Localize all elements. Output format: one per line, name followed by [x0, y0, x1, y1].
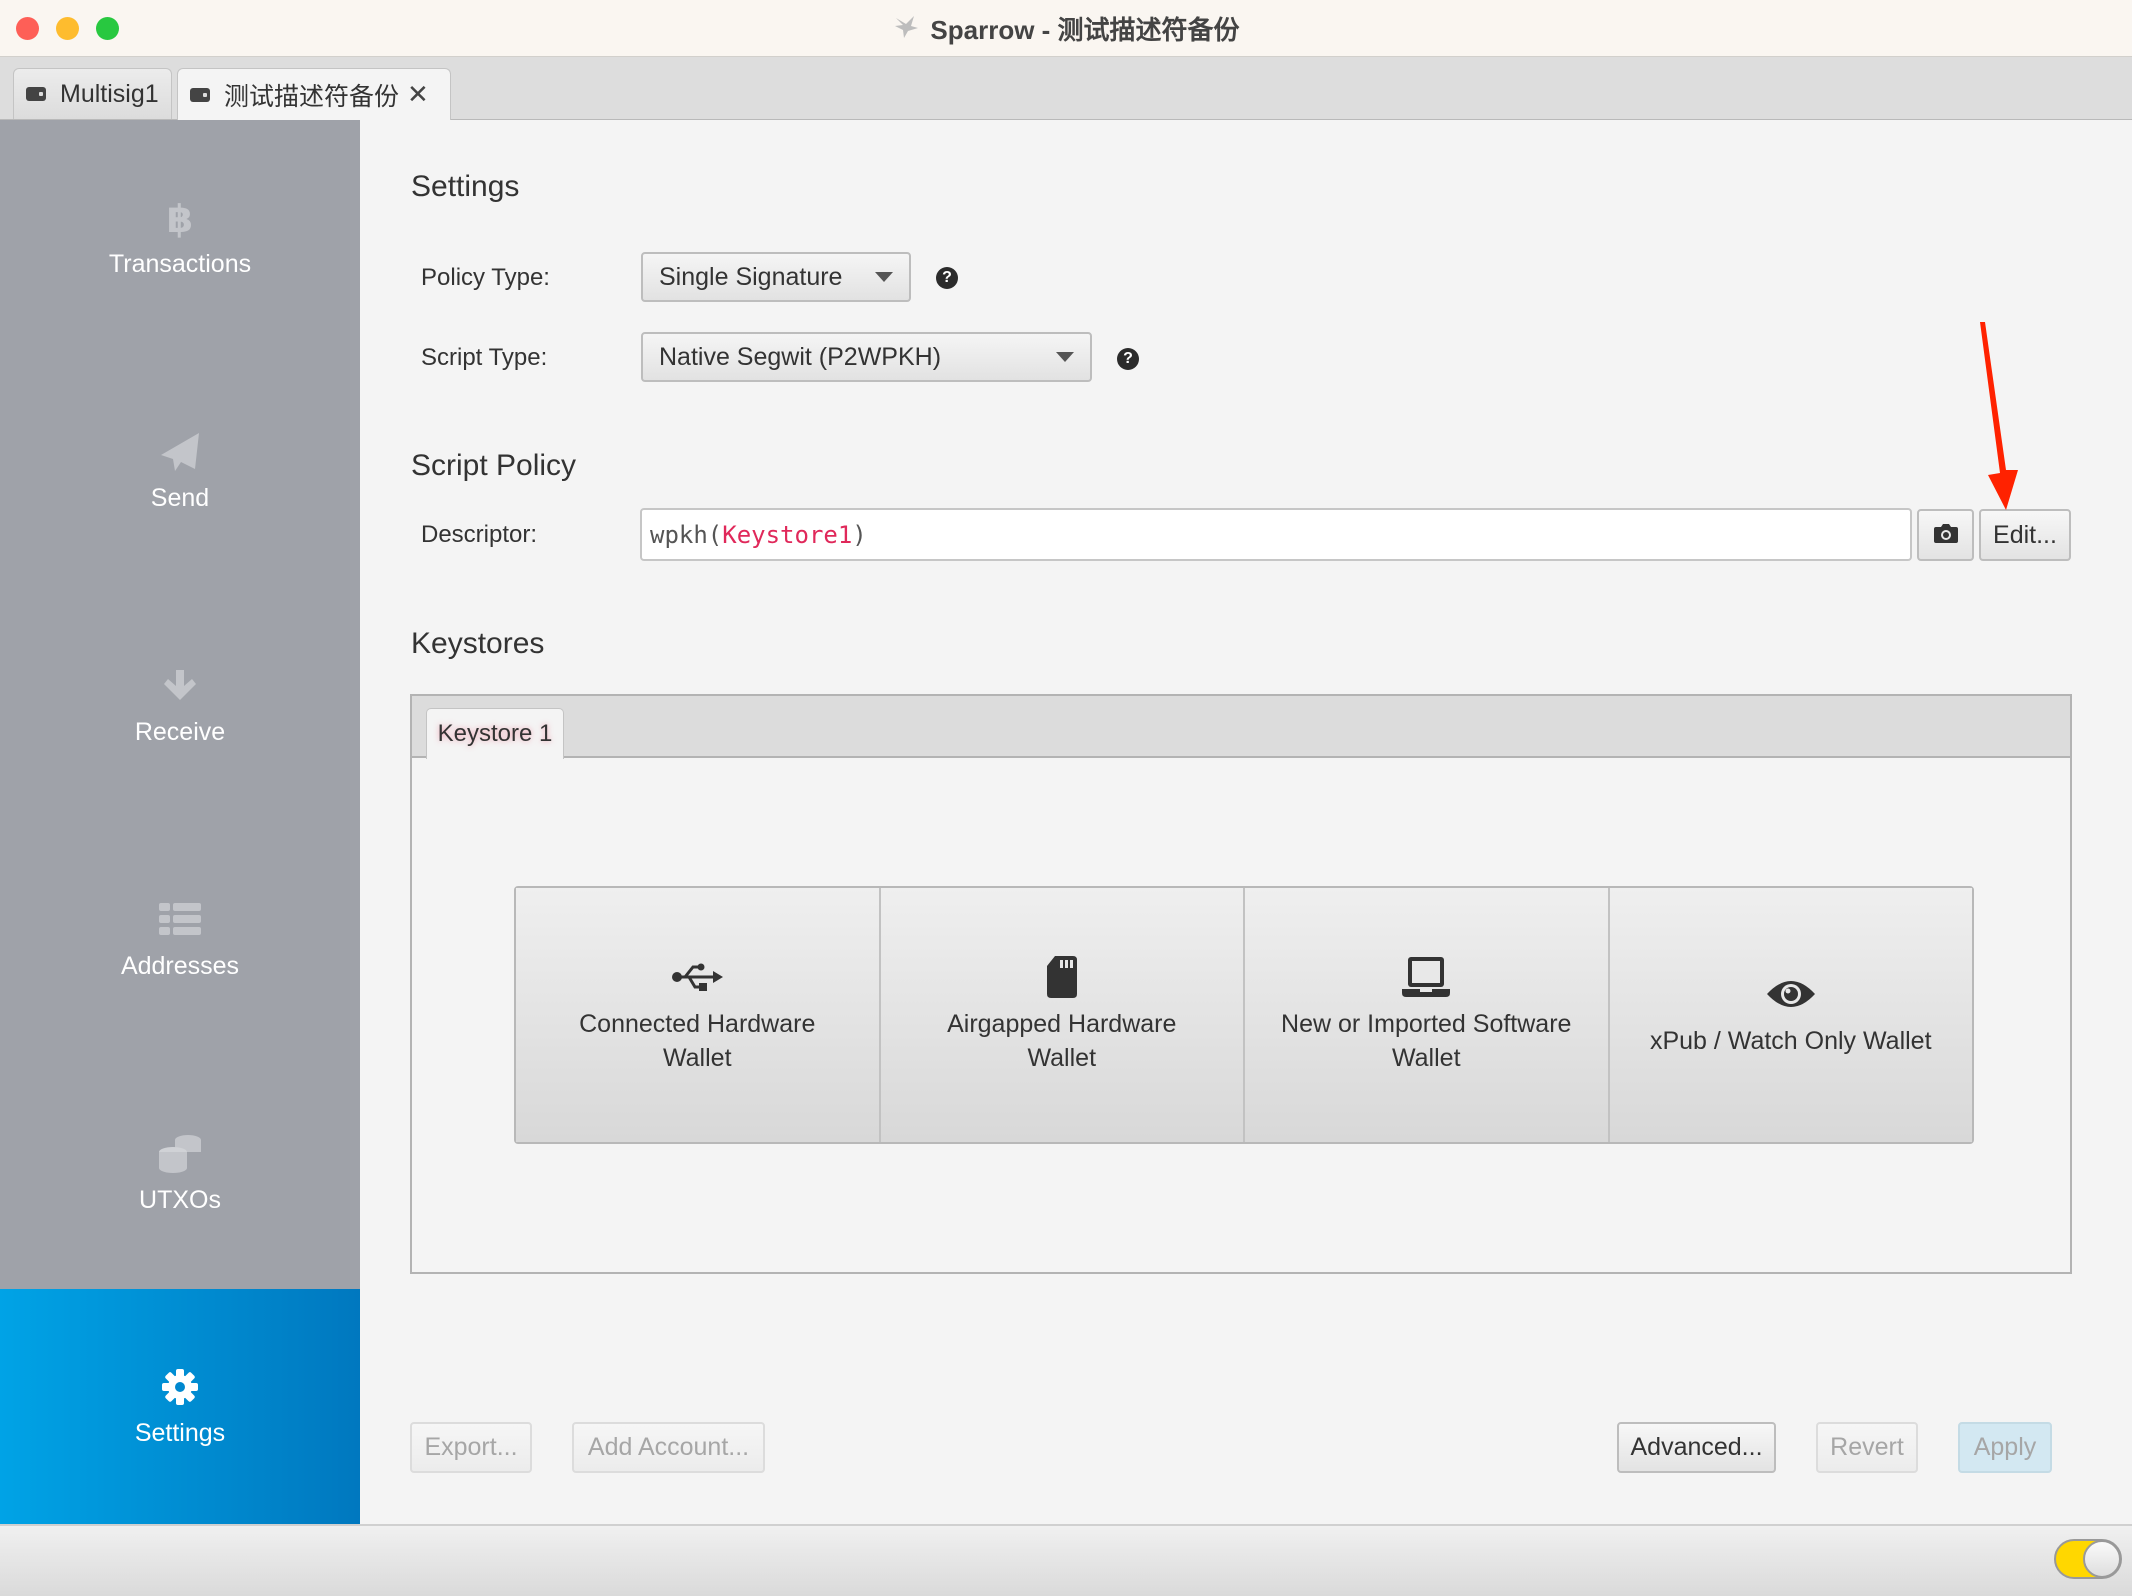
online-toggle[interactable]	[2054, 1539, 2122, 1579]
sidebar-item-label: Send	[150, 483, 210, 512]
sidebar-item-addresses[interactable]: Addresses	[0, 822, 360, 1056]
apply-button[interactable]: Apply	[1958, 1422, 2052, 1473]
option-label-line2: Wallet	[662, 1044, 732, 1072]
descriptor-keystore-token: Keystore1	[722, 520, 853, 549]
policy-type-select[interactable]: Single Signature	[641, 252, 911, 302]
arrow-down-icon	[162, 664, 198, 708]
laptop-icon	[1402, 955, 1451, 999]
option-label-line1: xPub / Watch Only Wallet	[1649, 1027, 1932, 1055]
advanced-button[interactable]: Advanced...	[1617, 1422, 1776, 1473]
sparrow-bird-icon	[892, 12, 920, 45]
wallet-icon	[26, 87, 46, 101]
paper-plane-icon	[159, 430, 201, 474]
camera-icon	[1933, 521, 1958, 550]
policy-type-value: Single Signature	[659, 262, 843, 291]
policy-type-label: Policy Type:	[421, 264, 550, 291]
keystore-source-options: Connected Hardware Wallet Airgapped Hard…	[514, 886, 1974, 1144]
software-wallet-button[interactable]: New or Imported Software Wallet	[1245, 888, 1610, 1142]
descriptor-suffix: )	[852, 520, 867, 549]
chevron-down-icon	[875, 272, 893, 282]
airgapped-hardware-wallet-button[interactable]: Airgapped Hardware Wallet	[880, 888, 1245, 1142]
window-title: Sparrow - 测试描述符备份	[930, 14, 1240, 45]
wallet-icon	[190, 87, 210, 102]
sidebar-item-label: Transactions	[108, 249, 252, 278]
tab-label: 测试描述符备份	[224, 82, 400, 111]
coins-icon	[158, 1132, 202, 1176]
sidebar-item-label: UTXOs	[139, 1185, 221, 1214]
settings-heading: Settings	[411, 170, 520, 203]
annotation-arrow	[1960, 320, 2030, 520]
connected-hardware-wallet-button[interactable]: Connected Hardware Wallet	[516, 888, 881, 1142]
toggle-knob	[2083, 1540, 2121, 1578]
sidebar-item-utxos[interactable]: UTXOs	[0, 1056, 360, 1290]
tab-test-descriptor-backup[interactable]: 测试描述符备份 ✕	[177, 68, 451, 120]
option-label-line1: Airgapped Hardware	[947, 1010, 1177, 1038]
close-tab-icon[interactable]: ✕	[407, 79, 429, 110]
status-bar	[0, 1524, 2132, 1596]
descriptor-prefix: wpkh(	[650, 520, 723, 549]
tab-label: Multisig1	[60, 79, 159, 108]
option-label-line2: Wallet	[1027, 1044, 1097, 1072]
tab-keystore-1[interactable]: Keystore 1	[426, 708, 564, 759]
tab-multisig1[interactable]: Multisig1	[13, 68, 172, 119]
option-label-line1: Connected Hardware	[579, 1010, 816, 1038]
sidebar-item-label: Addresses	[120, 951, 240, 980]
keystores-panel: Keystore 1 Connected Hardware Wallet Air…	[410, 694, 2072, 1274]
chevron-down-icon	[1056, 352, 1074, 362]
svg-text:฿: ฿	[167, 198, 193, 238]
xpub-watch-only-wallet-button[interactable]: xPub / Watch Only Wallet	[1609, 888, 1972, 1142]
sidebar-item-transactions[interactable]: ฿ Transactions	[0, 120, 360, 354]
option-label-line2: Wallet	[1391, 1044, 1461, 1072]
keystore-tab-header	[412, 696, 2070, 758]
script-type-select[interactable]: Native Segwit (P2WPKH)	[641, 332, 1092, 382]
sd-card-icon	[1046, 955, 1077, 999]
script-policy-heading: Script Policy	[411, 449, 577, 482]
gear-icon	[161, 1365, 199, 1409]
option-label-line1: New or Imported Software	[1281, 1010, 1572, 1038]
revert-button[interactable]: Revert	[1816, 1422, 1918, 1473]
sidebar-item-settings[interactable]: Settings	[0, 1289, 360, 1524]
policy-type-help-icon[interactable]: ?	[936, 267, 958, 289]
script-type-value: Native Segwit (P2WPKH)	[659, 342, 942, 371]
keystores-heading: Keystores	[411, 627, 545, 660]
script-type-help-icon[interactable]: ?	[1117, 348, 1139, 370]
script-type-label: Script Type:	[421, 344, 548, 371]
descriptor-field[interactable]: wpkh(Keystore1)	[640, 508, 1912, 561]
add-account-button[interactable]: Add Account...	[572, 1422, 765, 1473]
export-button[interactable]: Export...	[410, 1422, 532, 1473]
list-icon	[159, 898, 201, 942]
sidebar-item-label: Receive	[134, 717, 226, 746]
sidebar: ฿ Transactions Send Receive Addresses UT…	[0, 120, 360, 1524]
usb-icon	[671, 955, 724, 999]
title-bar: Sparrow - 测试描述符备份	[0, 0, 2132, 57]
descriptor-label: Descriptor:	[421, 521, 538, 548]
bitcoin-icon: ฿	[164, 196, 196, 240]
window-title-group: Sparrow - 测试描述符备份	[0, 0, 2132, 56]
sidebar-item-send[interactable]: Send	[0, 354, 360, 588]
sidebar-item-receive[interactable]: Receive	[0, 588, 360, 822]
sidebar-item-label: Settings	[134, 1419, 226, 1447]
eye-icon	[1766, 972, 1815, 1016]
